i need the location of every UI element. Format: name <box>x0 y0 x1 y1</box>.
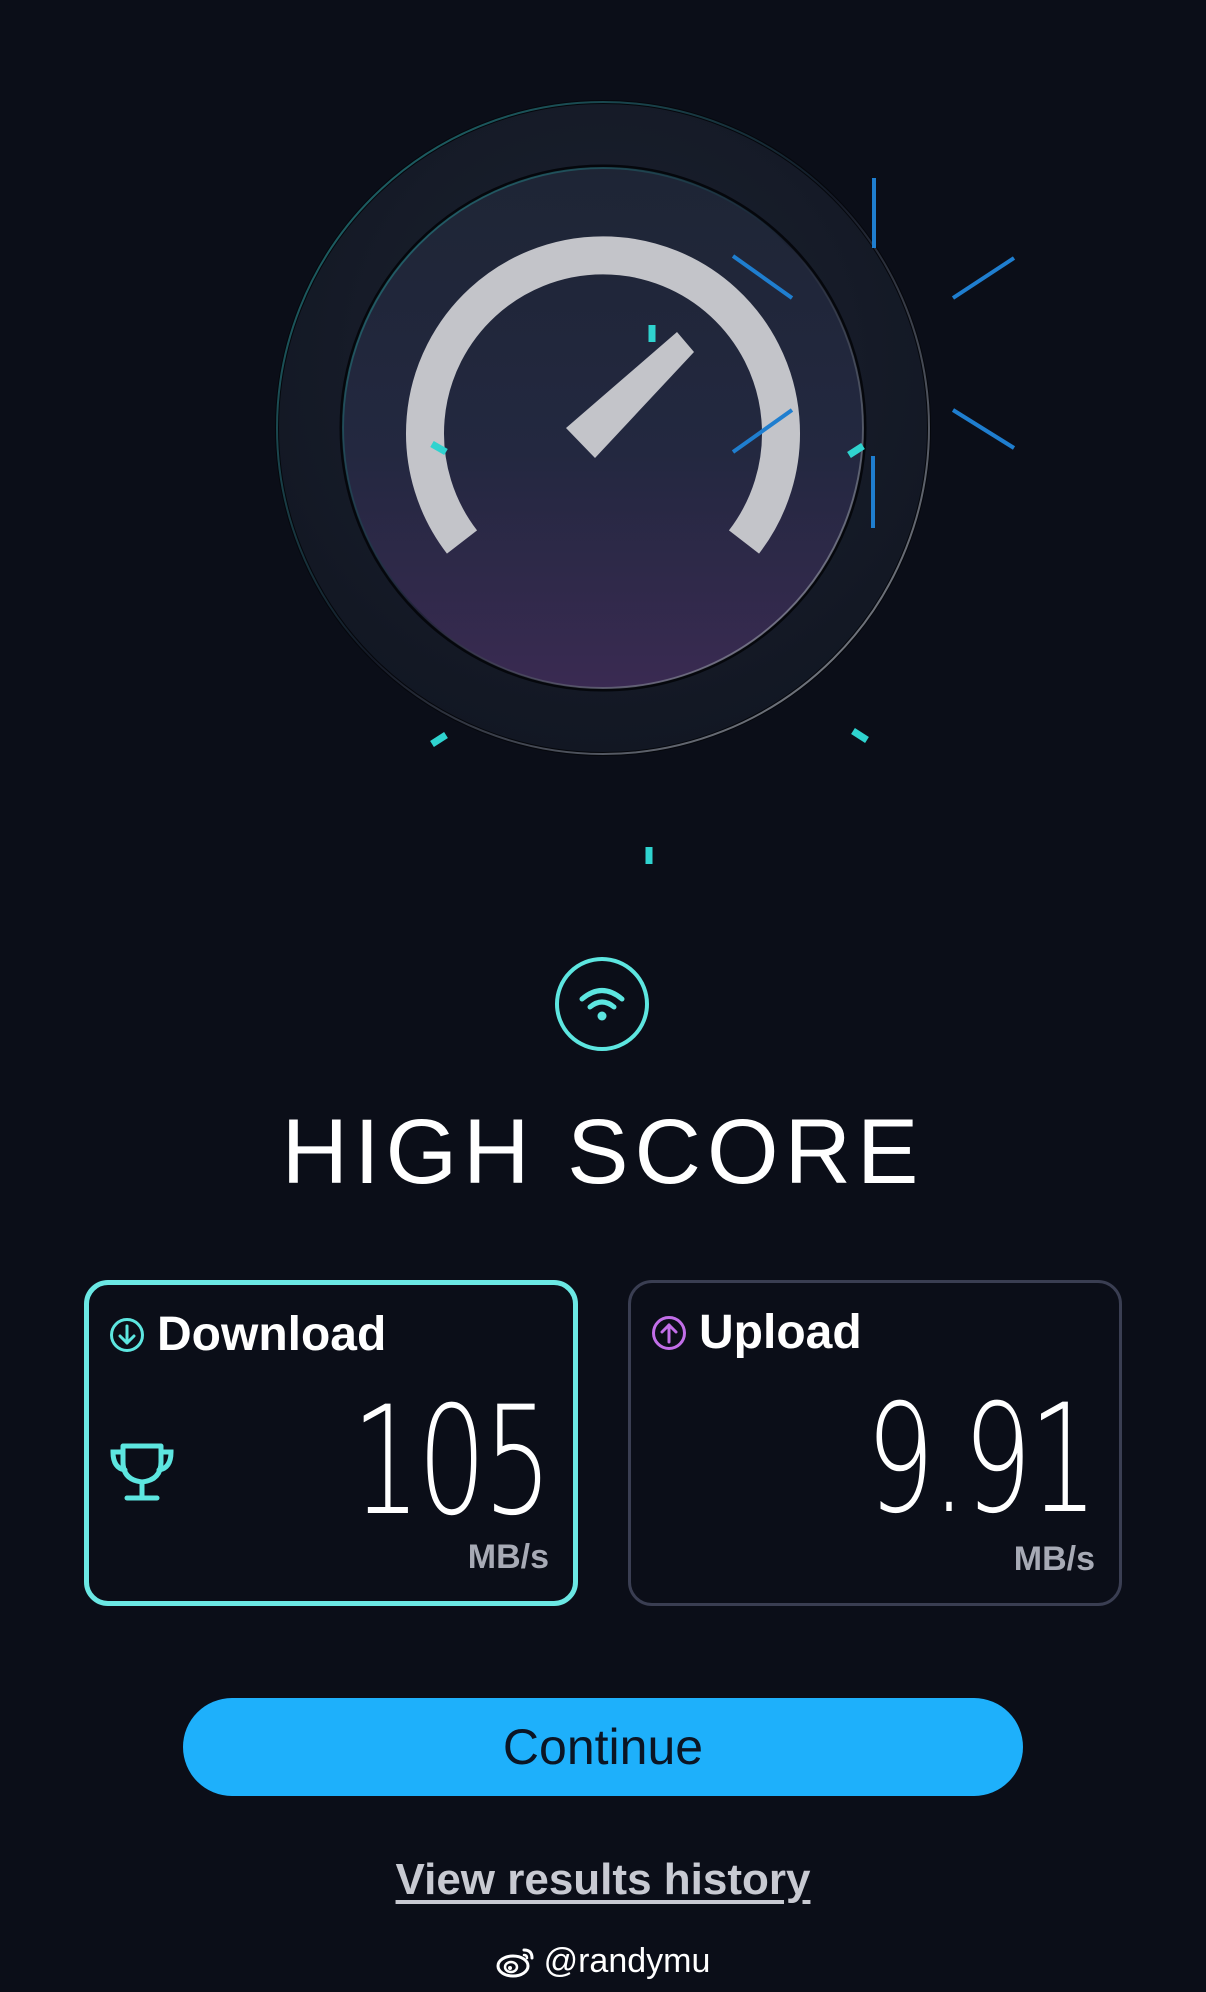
download-arrow-icon <box>110 1317 144 1352</box>
upload-label: Upload <box>699 1306 862 1359</box>
wifi-badge <box>555 957 649 1051</box>
watermark: @randymu <box>0 1942 1206 1981</box>
download-unit: MB/s <box>467 1538 549 1576</box>
weibo-icon <box>496 1948 534 1977</box>
watermark-text: @randymu <box>543 1942 711 1980</box>
speedometer-icon <box>275 100 1016 864</box>
view-results-history-link[interactable]: View results history <box>0 1855 1206 1905</box>
download-label: Download <box>157 1308 387 1361</box>
download-header: Download <box>109 1307 386 1362</box>
download-card: Download 105 MB/s <box>84 1280 578 1606</box>
page-title: HIGH SCORE <box>281 1101 925 1203</box>
upload-value: 9.91 <box>866 1373 1098 1547</box>
upload-card: Upload 9.91 MB/s <box>628 1280 1122 1606</box>
download-value: 105 <box>351 1375 551 1549</box>
wifi-icon <box>579 988 625 1021</box>
continue-button[interactable]: Continue <box>183 1698 1023 1796</box>
upload-header: Upload <box>651 1305 862 1360</box>
trophy-icon <box>109 1440 175 1511</box>
upload-arrow-icon <box>652 1315 686 1350</box>
upload-unit: MB/s <box>1013 1540 1095 1578</box>
speedometer-graphic <box>0 0 1206 900</box>
